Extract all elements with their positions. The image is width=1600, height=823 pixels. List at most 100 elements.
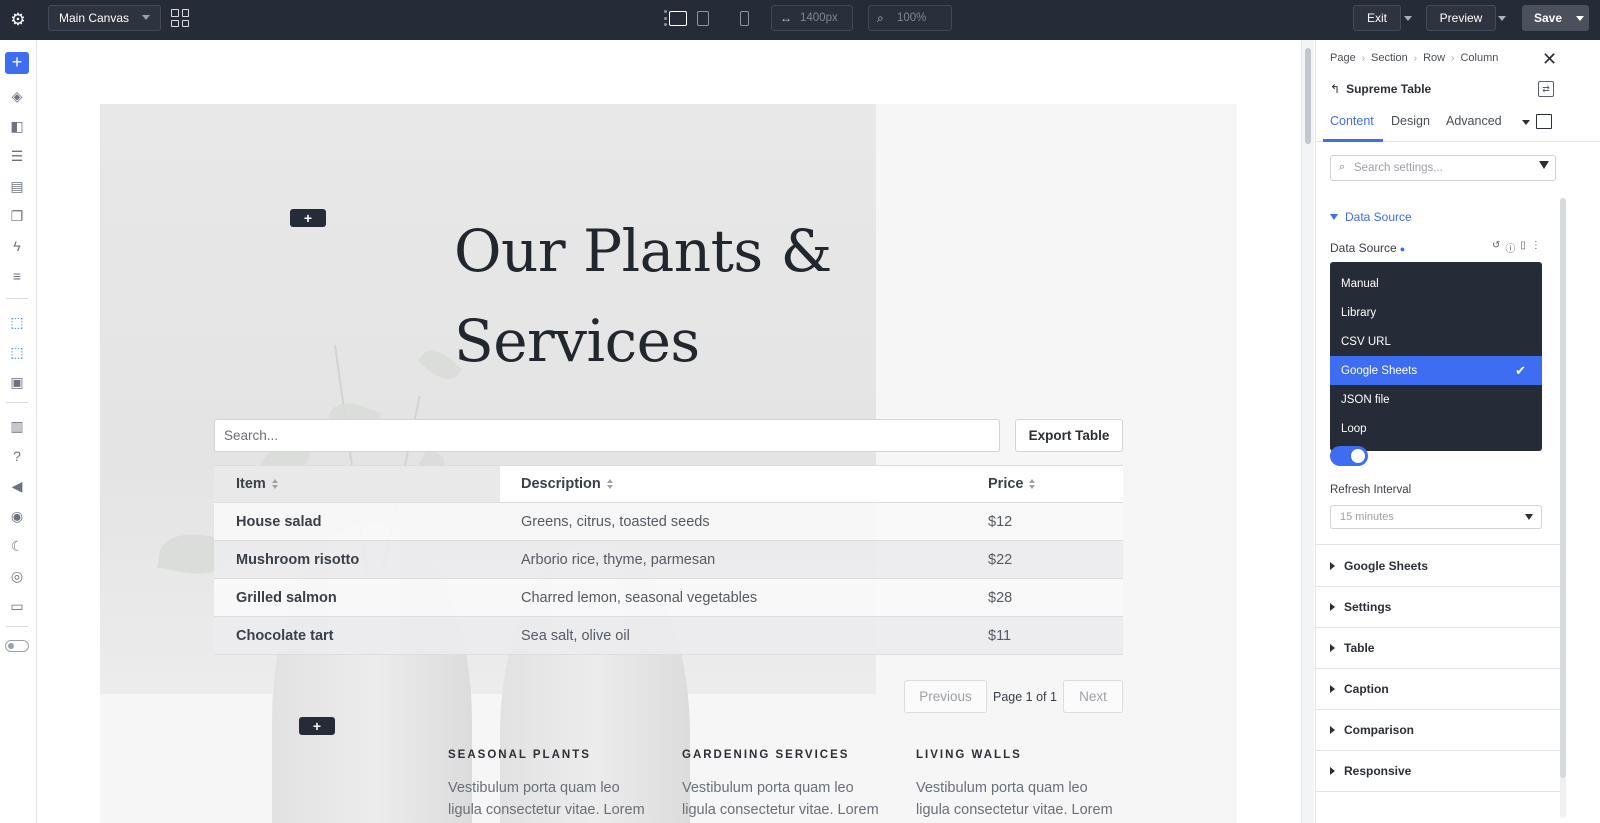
- select-tool-icon[interactable]: ⬚: [7, 312, 27, 332]
- tablet-view-icon[interactable]: [697, 11, 709, 26]
- tab-design[interactable]: Design: [1391, 114, 1430, 128]
- grid-icon[interactable]: [171, 9, 189, 27]
- reset-icon[interactable]: ↺: [1492, 240, 1500, 255]
- canvas-width-input[interactable]: ↔ 1400px: [771, 5, 853, 31]
- header-label: Item: [236, 476, 266, 492]
- option-json-file[interactable]: JSON file: [1330, 385, 1542, 414]
- width-icon: ↔: [780, 11, 792, 25]
- save-menu-button[interactable]: [1571, 5, 1589, 31]
- option-loop[interactable]: Loop: [1330, 414, 1542, 443]
- more-vertical-icon[interactable]: [663, 10, 667, 26]
- chevron-right-icon: ›: [1451, 52, 1455, 64]
- field-label-text: Data Source: [1330, 241, 1397, 255]
- theme-icon[interactable]: ◧: [7, 116, 27, 136]
- lightning-icon[interactable]: ϟ: [7, 236, 27, 256]
- option-manual[interactable]: Manual: [1330, 269, 1542, 298]
- scrollbar-thumb[interactable]: [1305, 48, 1311, 144]
- wireframe-icon[interactable]: [1536, 114, 1552, 129]
- breadcrumb-item[interactable]: Column: [1460, 52, 1498, 64]
- zoom-input[interactable]: ⌕ 100%: [868, 5, 952, 31]
- sort-icon: [1029, 479, 1036, 489]
- dark-mode-toggle[interactable]: [5, 640, 29, 652]
- group-google-sheets[interactable]: Google Sheets: [1330, 559, 1428, 573]
- group-data-source[interactable]: Data Source: [1330, 210, 1412, 224]
- canvas-select[interactable]: Main Canvas: [48, 5, 161, 31]
- column-header-description[interactable]: Description: [500, 466, 966, 502]
- option-google-sheets[interactable]: Google Sheets ✔: [1330, 356, 1542, 385]
- group-settings[interactable]: Settings: [1330, 600, 1391, 614]
- breadcrumb-item[interactable]: Row: [1423, 52, 1445, 64]
- tab-content[interactable]: Content: [1330, 114, 1374, 128]
- preview-element-icon[interactable]: ▣: [7, 372, 27, 392]
- settings-search-input[interactable]: ⌕ Search settings...: [1330, 155, 1556, 181]
- back-icon[interactable]: ↰: [1330, 82, 1340, 96]
- add-element-button[interactable]: +: [5, 52, 29, 74]
- column-header-item[interactable]: Item: [214, 466, 500, 502]
- target-icon[interactable]: ◎: [7, 566, 27, 586]
- data-table: Item Description Price House salad Green…: [214, 465, 1123, 655]
- chevron-down-icon: [1576, 15, 1584, 21]
- divider: [6, 298, 28, 299]
- breadcrumb-item[interactable]: Page: [1330, 52, 1356, 64]
- table-row: Chocolate tart Sea salt, olive oil $11: [214, 617, 1123, 655]
- previous-page-button[interactable]: Previous: [904, 680, 987, 713]
- desktop-view-icon[interactable]: [669, 11, 687, 26]
- table-cell: $11: [988, 627, 1012, 644]
- preview-button[interactable]: Preview: [1426, 5, 1496, 31]
- database-icon[interactable]: ☰: [7, 146, 27, 166]
- option-library[interactable]: Library: [1330, 298, 1542, 327]
- filter-icon[interactable]: [1539, 161, 1549, 169]
- hero-section[interactable]: + Our Plants & Services Search... Export…: [100, 104, 1237, 823]
- toggle-knob: [8, 643, 14, 649]
- dynamic-content-icon[interactable]: ▯: [1520, 240, 1526, 255]
- next-label: Next: [1079, 689, 1107, 704]
- refresh-interval-select[interactable]: 15 minutes: [1330, 505, 1542, 529]
- cursor-icon[interactable]: ◉: [7, 506, 27, 526]
- group-table[interactable]: Table: [1330, 641, 1374, 655]
- group-responsive[interactable]: Responsive: [1330, 764, 1411, 778]
- table-header-row: Item Description Price: [214, 465, 1123, 503]
- templates-icon[interactable]: ▥: [7, 416, 27, 436]
- exit-menu-button[interactable]: [1399, 5, 1417, 31]
- preview-menu-button[interactable]: [1493, 5, 1511, 31]
- gear-icon[interactable]: ⚙: [7, 9, 29, 31]
- next-page-button[interactable]: Next: [1063, 680, 1123, 713]
- refresh-interval-value: 15 minutes: [1340, 511, 1394, 523]
- add-row-button[interactable]: +: [290, 209, 326, 227]
- module-options-icon[interactable]: ⇄: [1538, 81, 1554, 97]
- column-header-price[interactable]: Price: [966, 466, 1123, 502]
- multi-select-icon[interactable]: ⬚: [7, 342, 27, 362]
- group-caption[interactable]: Caption: [1330, 682, 1389, 696]
- header-label: Description: [521, 476, 601, 492]
- list-icon[interactable]: ≡: [7, 266, 27, 286]
- toggle-switch[interactable]: [1330, 446, 1368, 466]
- add-row-button[interactable]: +: [299, 717, 335, 735]
- chevron-down-icon[interactable]: [1522, 120, 1530, 125]
- info-icon[interactable]: ⓘ: [1505, 240, 1515, 255]
- table-search-input[interactable]: Search...: [214, 419, 1000, 452]
- tab-advanced[interactable]: Advanced: [1446, 114, 1502, 128]
- canvas-scrollbar[interactable]: [1301, 40, 1314, 823]
- megaphone-icon[interactable]: ◀: [7, 476, 27, 496]
- module-title-label: Supreme Table: [1346, 82, 1432, 96]
- form-icon[interactable]: ▤: [7, 176, 27, 196]
- layers-icon[interactable]: ◈: [7, 86, 27, 106]
- group-comparison[interactable]: Comparison: [1330, 723, 1414, 737]
- builder-canvas: + Our Plants & Services Search... Export…: [38, 40, 1300, 823]
- scrollbar-thumb[interactable]: [1560, 198, 1566, 778]
- exit-button[interactable]: Exit: [1353, 5, 1401, 31]
- monitor-icon[interactable]: ▭: [7, 596, 27, 616]
- help-icon[interactable]: ?: [7, 446, 27, 466]
- panel-scrollbar[interactable]: [1560, 198, 1566, 818]
- close-icon[interactable]: ✕: [1542, 49, 1557, 70]
- save-button[interactable]: Save: [1522, 5, 1574, 31]
- export-table-button[interactable]: Export Table: [1015, 419, 1123, 452]
- breadcrumb-item[interactable]: Section: [1371, 52, 1408, 64]
- option-csv-url[interactable]: CSV URL: [1330, 327, 1542, 356]
- table-cell: Greens, citrus, toasted seeds: [521, 513, 710, 530]
- table-row: Mushroom risotto Arborio rice, thyme, pa…: [214, 541, 1123, 579]
- phone-view-icon[interactable]: [740, 11, 749, 26]
- moon-icon[interactable]: ☾: [7, 536, 27, 556]
- more-vertical-icon[interactable]: ⋮: [1531, 240, 1541, 255]
- pages-icon[interactable]: ❐: [7, 206, 27, 226]
